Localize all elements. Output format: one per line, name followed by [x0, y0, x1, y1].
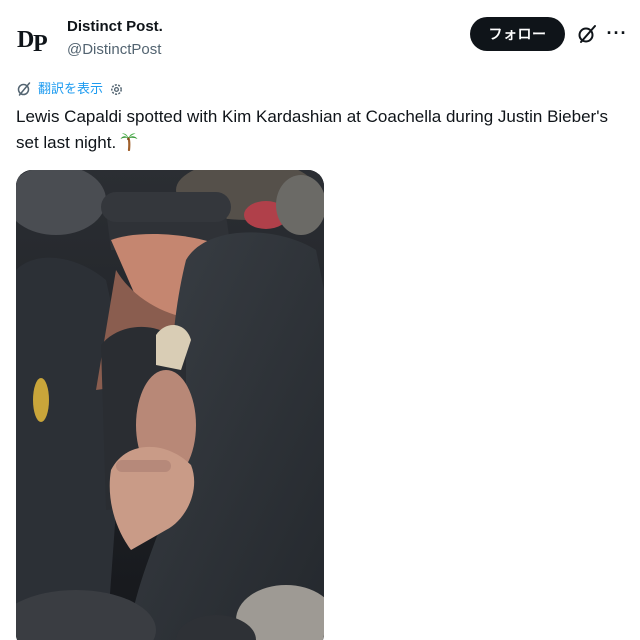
palm-tree-icon — [119, 131, 139, 151]
gear-icon[interactable] — [109, 82, 124, 97]
translate-row: 翻訳を表示 — [16, 79, 124, 99]
distinct-post-logo: D P — [17, 27, 48, 54]
more-options-icon[interactable]: ··· — [606, 22, 628, 44]
grok-icon[interactable] — [576, 23, 598, 45]
display-name[interactable]: Distinct Post. — [67, 17, 163, 37]
user-handle[interactable]: @DistinctPost — [67, 40, 163, 60]
tweet-body: Lewis Capaldi spotted with Kim Kardashia… — [16, 107, 608, 152]
svg-text:D: D — [17, 27, 34, 53]
tweet-text: Lewis Capaldi spotted with Kim Kardashia… — [16, 104, 616, 156]
svg-text:P: P — [33, 31, 48, 54]
crowd-photo-image — [16, 170, 324, 640]
avatar[interactable]: D P — [16, 22, 56, 54]
author-block: Distinct Post. @DistinctPost — [67, 17, 163, 60]
tweet-card: D P Distinct Post. @DistinctPost フォロー ··… — [0, 0, 640, 640]
tweet-photo[interactable] — [16, 170, 324, 640]
translate-icon — [16, 81, 32, 97]
follow-button[interactable]: フォロー — [470, 17, 565, 51]
show-translation-link[interactable]: 翻訳を表示 — [38, 80, 103, 98]
